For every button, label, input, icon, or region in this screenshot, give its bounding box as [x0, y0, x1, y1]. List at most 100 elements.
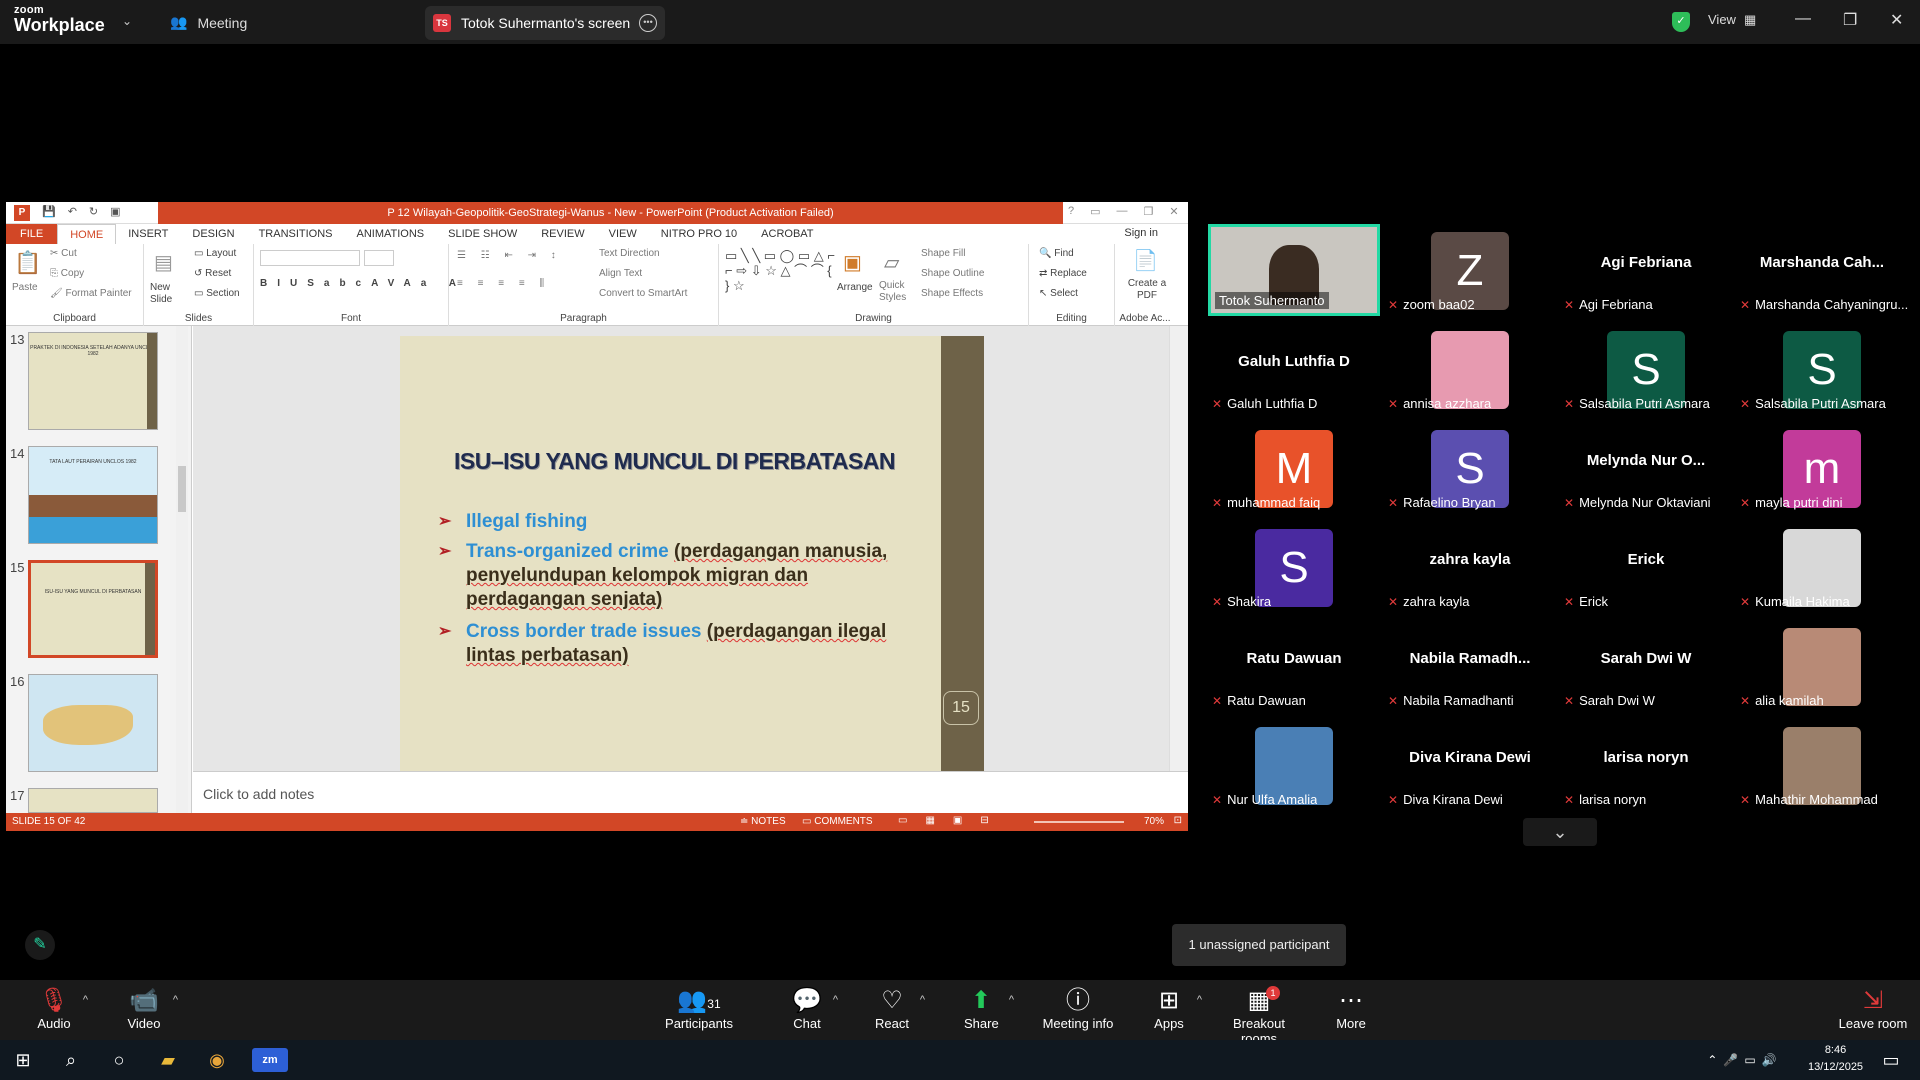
ribbon-display-icon[interactable]: ▭ — [1090, 205, 1100, 218]
align-buttons[interactable]: ≡ ≡ ≡ ≡ ⫼ — [457, 278, 550, 289]
zoom-slider[interactable] — [1034, 821, 1124, 823]
participant-tile[interactable]: Diva Kirana Dewi ✕ Diva Kirana Dewi — [1384, 719, 1556, 811]
chrome-icon[interactable]: ◉ — [204, 1048, 230, 1072]
zoom-level[interactable]: 70% — [1144, 816, 1164, 827]
participant-tile[interactable]: Agi Febriana ✕ Agi Febriana — [1560, 224, 1732, 316]
participant-tile[interactable]: Melynda Nur O... ✕ Melynda Nur Oktaviani — [1560, 422, 1732, 514]
select-button[interactable]: ↖ Select — [1039, 288, 1078, 299]
system-tray-icons[interactable]: ⌃🎤▭🔊 — [1700, 1048, 1790, 1072]
participant-tile[interactable]: zahra kayla ✕ zahra kayla — [1384, 521, 1556, 613]
participant-tile[interactable]: Erick ✕ Erick — [1560, 521, 1732, 613]
participant-tile[interactable]: S ✕ Rafaelino Bryan — [1384, 422, 1556, 514]
section-button[interactable]: ▭ Section — [194, 288, 240, 299]
slide-thumbnail-16[interactable] — [28, 674, 158, 772]
participant-tile[interactable]: ✕ Mahathir Mohammad — [1736, 719, 1908, 811]
shared-screen-tab[interactable]: TS Totok Suhermanto's screen ••• — [425, 6, 665, 40]
participant-tile[interactable]: S ✕ Salsabila Putri Asmara — [1560, 323, 1732, 415]
current-slide[interactable]: 15 ISU–ISU YANG MUNCUL DI PERBATASAN ➢ Il… — [400, 336, 984, 772]
slideshow-icon[interactable]: ▣ — [110, 205, 120, 221]
tab-transitions[interactable]: TRANSITIONS — [247, 224, 345, 244]
caret-up-icon[interactable]: ^ — [1197, 994, 1202, 1006]
share-button[interactable]: ⬆ Share ^ — [964, 986, 1014, 1031]
list-buttons[interactable]: ☰ ☷ ⇤ ⇥ ↕ — [457, 250, 562, 261]
format-painter-button[interactable]: 🖌 Format Painter — [50, 288, 132, 299]
notifications-icon[interactable]: ▭ — [1878, 1048, 1904, 1072]
participant-tile[interactable]: Nabila Ramadh... ✕ Nabila Ramadhanti — [1384, 620, 1556, 712]
pdf-icon[interactable]: 📄 — [1133, 248, 1158, 273]
participants-button[interactable]: 👥31 Participants — [661, 986, 737, 1031]
leave-room-button[interactable]: ⇲ Leave room — [1838, 986, 1908, 1031]
tab-animations[interactable]: ANIMATIONS — [345, 224, 437, 244]
reset-button[interactable]: ↺ Reset — [194, 268, 231, 279]
file-explorer-icon[interactable]: ▰ — [155, 1048, 181, 1072]
quick-styles-button[interactable]: Quick Styles — [879, 280, 913, 304]
view-mode-buttons[interactable]: ▭▦▣⊟ — [898, 815, 1007, 826]
meeting-tab[interactable]: 👥 Meeting — [170, 14, 247, 31]
copy-button[interactable]: ⎘ Copy — [50, 268, 84, 279]
participant-tile[interactable]: S ✕ Shakira — [1208, 521, 1380, 613]
participant-tile[interactable]: ✕ Kumaila Hakima — [1736, 521, 1908, 613]
chat-button[interactable]: 💬 Chat ^ — [792, 986, 838, 1031]
layout-button[interactable]: ▭ Layout — [194, 248, 236, 259]
meeting-info-button[interactable]: ⓘ Meeting info — [1040, 986, 1116, 1031]
shape-effects-button[interactable]: Shape Effects — [921, 288, 983, 299]
tab-acrobat[interactable]: ACROBAT — [749, 224, 825, 244]
tab-slide-show[interactable]: SLIDE SHOW — [436, 224, 529, 244]
tab-view[interactable]: VIEW — [597, 224, 649, 244]
text-direction-button[interactable]: Text Direction — [599, 248, 660, 259]
restore-icon[interactable]: ❐ — [1144, 205, 1154, 218]
create-pdf-button[interactable]: Create a PDF — [1125, 278, 1169, 302]
font-size-field[interactable] — [364, 250, 394, 266]
paste-icon[interactable]: 📋 — [14, 250, 41, 276]
annotate-pencil-icon[interactable]: ✎ — [25, 930, 55, 960]
participant-tile[interactable]: Sarah Dwi W ✕ Sarah Dwi W — [1560, 620, 1732, 712]
paste-button[interactable]: Paste — [12, 282, 38, 293]
caret-up-icon[interactable]: ^ — [83, 994, 88, 1006]
notes-field[interactable]: Click to add notes — [193, 771, 1188, 813]
breakout-rooms-button[interactable]: ▦ Breakout rooms 1 — [1214, 986, 1304, 1046]
participant-tile[interactable]: ✕ alia kamilah — [1736, 620, 1908, 712]
chevron-down-icon[interactable]: ⌄ — [122, 14, 132, 28]
react-button[interactable]: ♡ React ^ — [875, 986, 925, 1031]
zoom-app-icon[interactable]: zm — [252, 1048, 288, 1072]
participant-tile[interactable]: Ratu Dawuan ✕ Ratu Dawuan — [1208, 620, 1380, 712]
font-format-buttons[interactable]: BIUSabcAVAa A — [260, 278, 466, 289]
quick-styles-icon[interactable]: ▱ — [884, 250, 899, 275]
caret-up-icon[interactable]: ^ — [1009, 994, 1014, 1006]
comments-button[interactable]: ▭ COMMENTS — [802, 816, 873, 827]
participant-tile[interactable]: ✕ annisa azzhara — [1384, 323, 1556, 415]
caret-up-icon[interactable]: ^ — [173, 994, 178, 1006]
participant-tile[interactable]: larisa noryn ✕ larisa noryn — [1560, 719, 1732, 811]
tab-home[interactable]: HOME — [57, 224, 117, 244]
undo-icon[interactable]: ↶ — [68, 205, 77, 221]
notes-button[interactable]: ≐ NOTES — [740, 816, 786, 827]
participant-tile[interactable]: m ✕ mayla putri dini — [1736, 422, 1908, 514]
participant-tile[interactable]: M ✕ muhammad faiq — [1208, 422, 1380, 514]
arrange-button[interactable]: Arrange — [837, 282, 873, 293]
more-button[interactable]: ⋯ More — [1334, 986, 1368, 1031]
slide-thumbnail-15[interactable]: ISU-ISU YANG MUNCUL DI PERBATASAN — [28, 560, 158, 658]
align-text-button[interactable]: Align Text — [599, 268, 642, 279]
gallery-scroll-down-button[interactable]: ⌄ — [1523, 818, 1597, 846]
cut-button[interactable]: ✂ Cut — [50, 248, 77, 259]
caret-up-icon[interactable]: ^ — [920, 994, 925, 1006]
task-view-icon[interactable]: ○ — [106, 1048, 132, 1072]
search-icon[interactable]: ⌕ — [58, 1048, 84, 1072]
slide-thumbnail-17[interactable] — [28, 788, 158, 813]
participant-tile[interactable]: S ✕ Salsabila Putri Asmara — [1736, 323, 1908, 415]
find-button[interactable]: 🔍 Find — [1039, 248, 1074, 259]
new-slide-button[interactable]: New Slide — [150, 282, 180, 306]
new-slide-icon[interactable]: ▤ — [154, 250, 173, 275]
redo-icon[interactable]: ↻ — [89, 205, 98, 221]
slide-thumbnails-pane[interactable]: 13 PRAKTEK DI INDONESIA SETELAH ADANYA U… — [6, 326, 192, 813]
save-icon[interactable]: 💾 — [42, 205, 56, 221]
tab-file[interactable]: FILE — [6, 224, 58, 244]
convert-smartart-button[interactable]: Convert to SmartArt — [599, 288, 687, 299]
help-icon[interactable]: ? — [1068, 205, 1074, 218]
font-name-field[interactable] — [260, 250, 360, 266]
close-icon[interactable]: ✕ — [1890, 10, 1903, 30]
participant-tile[interactable]: ✕ Nur Ulfa Amalia — [1208, 719, 1380, 811]
participant-tile[interactable]: Z ✕ zoom baa02 — [1384, 224, 1556, 316]
sign-in-link[interactable]: Sign in — [1124, 227, 1158, 239]
caret-up-icon[interactable]: ^ — [833, 994, 838, 1006]
